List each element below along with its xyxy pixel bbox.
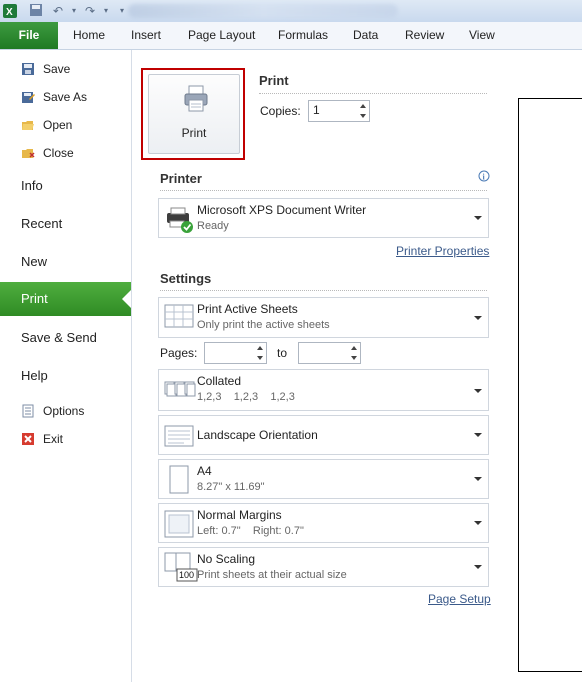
tab-review[interactable]: Review [405,22,444,49]
margins-title: Normal Margins [197,508,282,522]
print-what-subtitle: Only print the active sheets [197,319,330,331]
decrement-arrow-icon[interactable] [257,356,263,360]
print-what-dropdown[interactable]: Print Active Sheets Only print the activ… [158,297,489,338]
copies-label: Copies: [260,104,301,118]
page-setup-link[interactable]: Page Setup [428,592,491,606]
nav-recent[interactable]: Recent [21,216,62,231]
scaling-icon-text: 100 [179,570,195,580]
nav-save-send[interactable]: Save & Send [21,330,97,345]
divider [259,93,487,94]
info-icon[interactable]: i [478,170,490,185]
paper-size-title: A4 [197,464,212,478]
save-icon [21,62,35,76]
options-icon [21,404,35,418]
nav-info[interactable]: Info [21,178,43,193]
orientation-dropdown[interactable]: Landscape Orientation [158,415,489,455]
save-icon[interactable] [28,3,44,19]
copies-value: 1 [313,103,320,117]
tab-formulas[interactable]: Formulas [278,22,328,49]
save-as-icon [21,90,35,104]
pages-from-stepper[interactable] [204,342,267,364]
divider [160,290,487,291]
excel-logo-icon: X [2,3,18,19]
exit-icon [21,432,35,446]
divider [160,190,487,191]
undo-icon[interactable]: ↶ [50,3,66,19]
paper-size-dropdown[interactable]: A4 8.27" x 11.69" [158,459,489,499]
landscape-icon [164,424,194,451]
settings-section-title: Settings [160,271,212,286]
printer-status: Ready [197,220,229,232]
pages-label: Pages: [160,346,198,360]
tab-home[interactable]: Home [73,22,105,49]
tab-file[interactable]: File [0,22,58,49]
scaling-title: No Scaling [197,552,256,566]
redo-icon[interactable]: ↷ [82,3,98,19]
collation-title: Collated [197,374,242,388]
chevron-down-icon [474,565,482,569]
paper-size-subtitle: 8.27" x 11.69" [197,481,265,493]
printer-dropdown[interactable]: Microsoft XPS Document Writer Ready [158,198,489,238]
orientation-title: Landscape Orientation [197,428,318,442]
close-folder-icon [21,146,35,160]
printer-properties-link[interactable]: Printer Properties [396,244,489,258]
printer-name: Microsoft XPS Document Writer [197,203,367,217]
nav-exit[interactable]: Exit [0,430,131,448]
nav-save-as[interactable]: Save As [0,88,131,106]
collated-icon [164,378,196,403]
no-scaling-icon: 100 [164,552,198,587]
collation-dropdown[interactable]: Collated 1,2,3 1,2,3 1,2,3 [158,369,489,411]
collation-subtitle: 1,2,3 1,2,3 1,2,3 [197,391,295,403]
print-button[interactable]: Print [148,74,240,154]
pages-to-label: to [277,346,288,360]
chevron-down-icon [474,389,482,393]
copies-stepper[interactable]: 1 [308,100,370,122]
margins-icon [164,510,194,541]
scaling-subtitle: Print sheets at their actual size [197,569,347,581]
svg-text:X: X [6,7,13,18]
print-section-title: Print [259,73,289,88]
tab-insert[interactable]: Insert [131,22,161,49]
nav-close[interactable]: Close [0,144,131,162]
nav-print[interactable]: Print [0,282,131,316]
margins-subtitle: Left: 0.7" Right: 0.7" [197,525,304,537]
preview-page [518,98,582,672]
tab-data[interactable]: Data [353,22,378,49]
chevron-down-icon [474,433,482,437]
title-bar: X ↶ ▾ ↷ ▾ ▾ [0,0,582,22]
increment-arrow-icon[interactable] [360,104,366,108]
window-title-blurred [128,4,398,18]
tab-view[interactable]: View [469,22,495,49]
chevron-down-icon [474,477,482,481]
printer-icon [184,85,208,116]
printer-section-title: Printer [160,171,202,186]
paper-size-icon [169,465,189,498]
increment-arrow-icon[interactable] [351,346,357,350]
redo-dropdown-icon[interactable]: ▾ [98,3,114,19]
nav-help[interactable]: Help [21,368,48,383]
nav-options[interactable]: Options [0,402,131,420]
chevron-down-icon [474,316,482,320]
chevron-down-icon [474,521,482,525]
margins-dropdown[interactable]: Normal Margins Left: 0.7" Right: 0.7" [158,503,489,543]
tab-page-layout[interactable]: Page Layout [188,22,255,49]
nav-open[interactable]: Open [0,116,131,134]
scaling-dropdown[interactable]: 100 No Scaling Print sheets at their act… [158,547,489,587]
pages-to-stepper[interactable] [298,342,361,364]
nav-new[interactable]: New [21,254,47,269]
nav-save[interactable]: Save [0,60,131,78]
decrement-arrow-icon[interactable] [360,114,366,118]
active-sheets-icon [164,304,194,333]
print-what-title: Print Active Sheets [197,302,298,316]
selected-indicator [122,290,131,308]
chevron-down-icon [474,216,482,220]
undo-dropdown-icon[interactable]: ▾ [66,3,82,19]
increment-arrow-icon[interactable] [257,346,263,350]
printer-ready-icon [164,205,194,238]
decrement-arrow-icon[interactable] [351,356,357,360]
open-folder-icon [21,118,35,132]
